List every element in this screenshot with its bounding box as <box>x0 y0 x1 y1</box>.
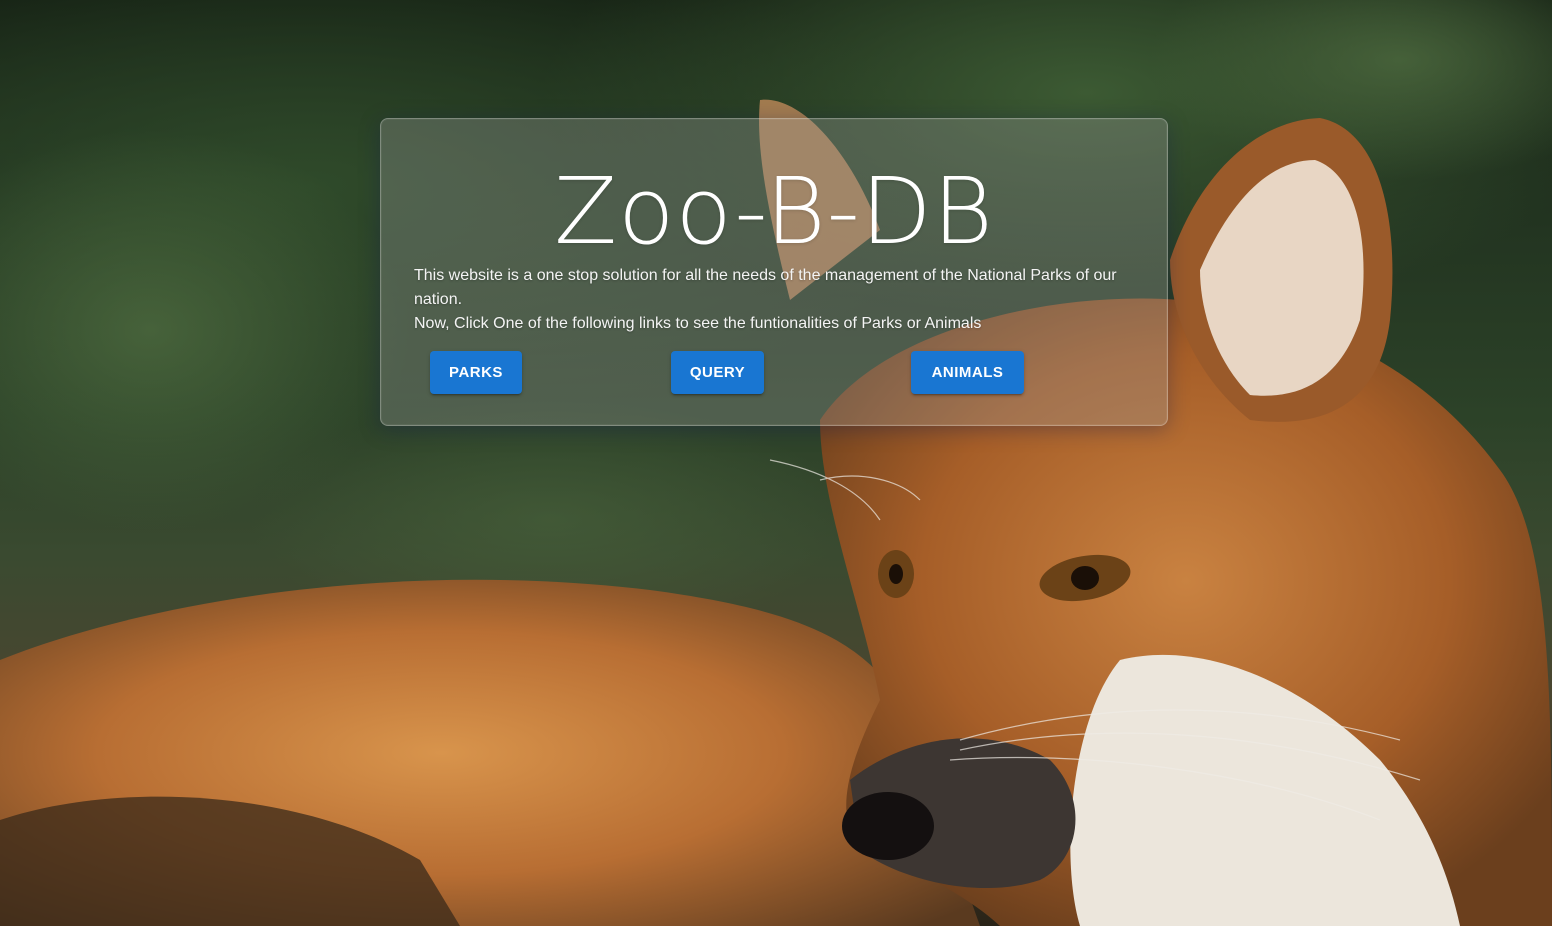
animals-button[interactable]: ANIMALS <box>911 351 1024 394</box>
query-button[interactable]: QUERY <box>671 351 764 394</box>
parks-button[interactable]: PARKS <box>430 351 522 394</box>
intro-description: This website is a one stop solution for … <box>414 264 1137 336</box>
page-title: Zoo-B-DB <box>554 158 994 265</box>
intro-card: Zoo-B-DB This website is a one stop solu… <box>380 118 1168 426</box>
description-line-2: Now, Click One of the following links to… <box>414 315 982 332</box>
description-line-1: This website is a one stop solution for … <box>414 267 1117 308</box>
